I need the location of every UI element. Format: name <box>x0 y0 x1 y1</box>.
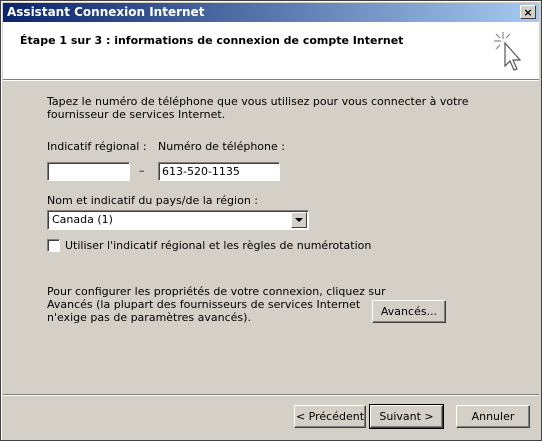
chevron-down-icon[interactable] <box>291 212 307 228</box>
dialing-rules-checkbox[interactable] <box>47 239 60 252</box>
country-select[interactable]: Canada (1) <box>47 210 309 230</box>
dialing-rules-label[interactable]: Utiliser l'indicatif régional et les règ… <box>65 239 371 252</box>
advanced-text: Pour configurer les propriétés de votre … <box>47 285 386 324</box>
wizard-window: Assistant Connexion Internet × Étape 1 s… <box>0 0 542 441</box>
back-button[interactable]: < Précédent <box>294 405 366 428</box>
country-select-value: Canada (1) <box>52 213 113 226</box>
intro-line-1: Tapez le numéro de téléphone que vous ut… <box>47 95 469 108</box>
header-separator <box>3 80 539 81</box>
cursor-sparkle-icon <box>494 32 522 71</box>
advanced-line-3: n'exige pas de paramètres avancés). <box>47 311 251 324</box>
advanced-line-2: Avancés (la plupart des fournisseurs de … <box>47 298 361 311</box>
phone-label: Numéro de téléphone : <box>158 140 285 153</box>
area-code-input[interactable] <box>47 162 130 181</box>
advanced-line-1: Pour configurer les propriétés de votre … <box>47 285 386 298</box>
window-title: Assistant Connexion Internet <box>7 5 205 19</box>
area-code-label: Indicatif régional : <box>47 140 147 153</box>
title-bar[interactable]: Assistant Connexion Internet × <box>3 3 539 22</box>
dash-separator: – <box>139 164 145 177</box>
phone-input[interactable]: 613-520-1135 <box>158 162 280 181</box>
intro-text: Tapez le numéro de téléphone que vous ut… <box>47 95 468 121</box>
next-button[interactable]: Suivant > <box>369 404 444 429</box>
step-title: Étape 1 sur 3 : informations de connexio… <box>20 34 404 47</box>
footer-separator-highlight <box>3 395 539 396</box>
advanced-button[interactable]: Avancés... <box>372 300 446 323</box>
intro-line-2: fournisseur de services Internet. <box>47 108 226 121</box>
cancel-button[interactable]: Annuler <box>456 405 530 428</box>
close-button[interactable]: × <box>520 5 536 19</box>
wizard-header: Étape 1 sur 3 : informations de connexio… <box>3 22 539 80</box>
country-label: Nom et indicatif du pays/de la région : <box>47 194 258 207</box>
